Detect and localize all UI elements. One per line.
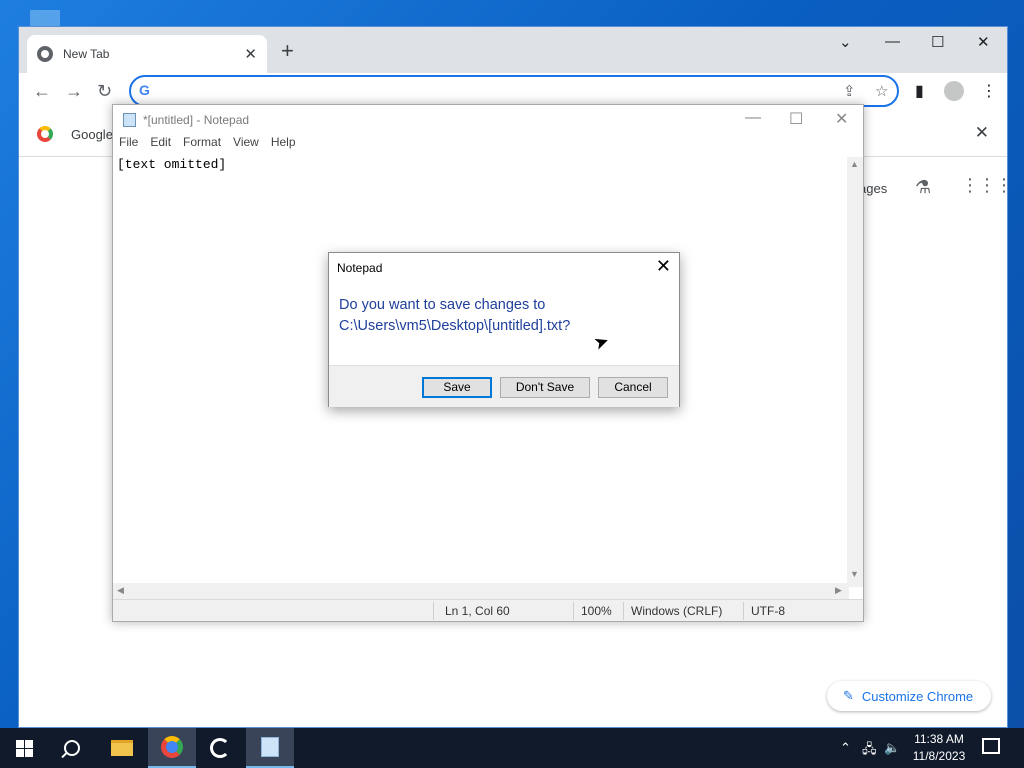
taskbar-file-explorer[interactable]	[98, 728, 146, 768]
dialog-message: Do you want to save changes to C:\Users\…	[339, 295, 669, 337]
dialog-message-line2: C:\Users\vm5\Desktop\[untitled].txt?	[339, 318, 571, 334]
omnibox[interactable]: G ⇪ ☆	[129, 75, 899, 107]
vertical-scrollbar[interactable]: ▲ ▼	[847, 157, 863, 587]
scroll-right-icon[interactable]: ▶	[835, 585, 842, 596]
volume-muted-icon[interactable]: 🔈	[884, 740, 900, 756]
notepad-close-button[interactable]: ✕	[835, 109, 848, 129]
share-icon[interactable]: ⇪	[843, 82, 856, 100]
taskbar: ⌃ 🖧 🔈 11:38 AM 11/8/2023	[0, 728, 1024, 768]
notepad-title: *[untitled] - Notepad	[143, 113, 250, 127]
taskbar-clock[interactable]: 11:38 AM 11/8/2023	[904, 731, 974, 765]
tab-strip: New Tab ✕ + ⌄ — ☐ ✕	[19, 27, 1007, 73]
app-c-icon	[210, 738, 230, 758]
chrome-menu-icon[interactable]: ⋮	[981, 81, 997, 101]
bookmark-google[interactable]: Google	[71, 127, 113, 142]
status-divider	[623, 602, 624, 620]
scroll-left-icon[interactable]: ◀	[117, 585, 124, 596]
scroll-down-icon[interactable]: ▼	[850, 569, 859, 579]
clock-time: 11:38 AM	[914, 732, 964, 746]
taskbar-notepad[interactable]	[246, 728, 294, 768]
minimize-button[interactable]: —	[885, 33, 900, 50]
close-window-button[interactable]: ✕	[977, 33, 990, 51]
dialog-close-icon[interactable]: ✕	[656, 256, 671, 277]
taskbar-chrome[interactable]	[148, 728, 196, 768]
menu-help[interactable]: Help	[271, 135, 296, 155]
horizontal-scrollbar[interactable]: ◀ ▶	[113, 583, 849, 599]
folder-icon	[111, 740, 133, 756]
chrome-icon	[161, 736, 183, 758]
notification-center-icon[interactable]	[982, 738, 1000, 754]
menu-view[interactable]: View	[233, 135, 259, 155]
tray-overflow-chevron-icon[interactable]: ⌃	[840, 740, 851, 756]
back-icon[interactable]: ←	[33, 81, 51, 102]
labs-icon[interactable]: ⚗	[915, 177, 931, 198]
notepad-menu-bar: File Edit Format View Help	[113, 135, 863, 155]
new-tab-button[interactable]: +	[281, 40, 294, 62]
cancel-button[interactable]: Cancel	[598, 377, 668, 398]
status-divider	[743, 602, 744, 620]
status-zoom: 100%	[581, 604, 612, 618]
google-bookmark-icon	[37, 126, 53, 142]
reload-icon[interactable]: ↻	[97, 81, 112, 102]
status-divider	[573, 602, 574, 620]
dont-save-button[interactable]: Don't Save	[500, 377, 590, 398]
status-line-endings: Windows (CRLF)	[631, 604, 723, 618]
menu-format[interactable]: Format	[183, 135, 221, 155]
search-icon	[64, 740, 80, 756]
status-encoding: UTF-8	[751, 604, 785, 618]
tab-new-tab[interactable]: New Tab ✕	[27, 35, 267, 73]
customize-chrome-button[interactable]: ✎ Customize Chrome	[827, 681, 991, 711]
tab-close-icon[interactable]: ✕	[244, 45, 257, 63]
clock-date: 11/8/2023	[912, 749, 966, 763]
dialog-button-bar: Save Don't Save Cancel	[329, 365, 679, 407]
notepad-app-icon	[123, 113, 136, 127]
forward-icon[interactable]: →	[65, 81, 83, 102]
side-panel-icon[interactable]: ▮	[915, 81, 924, 101]
save-changes-dialog: Notepad ✕ Do you want to save changes to…	[328, 252, 680, 407]
scroll-up-icon[interactable]: ▲	[850, 159, 859, 169]
bookmarks-close-icon[interactable]: ✕	[975, 123, 989, 143]
dialog-title: Notepad	[337, 261, 383, 275]
taskbar-app[interactable]	[196, 728, 244, 768]
tab-title: New Tab	[63, 47, 110, 61]
status-divider	[433, 602, 434, 620]
notepad-minimize-button[interactable]: —	[745, 109, 761, 127]
profile-avatar-icon[interactable]	[944, 81, 964, 101]
bookmark-star-icon[interactable]: ☆	[875, 82, 888, 100]
customize-label: Customize Chrome	[861, 688, 974, 704]
save-button[interactable]: Save	[422, 377, 492, 398]
notepad-icon	[261, 737, 279, 757]
dialog-message-line1: Do you want to save changes to	[339, 297, 546, 313]
notepad-status-bar: Ln 1, Col 60 100% Windows (CRLF) UTF-8	[113, 599, 863, 621]
notepad-maximize-button[interactable]: ☐	[789, 109, 803, 129]
taskbar-search-button[interactable]	[48, 728, 96, 768]
tab-search-chevron-icon[interactable]: ⌄	[839, 33, 852, 51]
status-position: Ln 1, Col 60	[445, 604, 510, 618]
pencil-icon: ✎	[843, 688, 854, 703]
menu-file[interactable]: File	[119, 135, 138, 155]
windows-logo-icon	[15, 739, 33, 757]
menu-edit[interactable]: Edit	[150, 135, 171, 155]
start-button[interactable]	[0, 728, 48, 768]
network-icon[interactable]: 🖧	[862, 740, 877, 762]
maximize-button[interactable]: ☐	[931, 33, 944, 51]
google-g-icon: G	[139, 82, 150, 98]
notepad-title-bar[interactable]: *[untitled] - Notepad — ☐ ✕	[113, 105, 863, 135]
apps-grid-icon[interactable]: ⋮⋮⋮	[961, 175, 1013, 196]
address-input[interactable]	[163, 81, 823, 101]
chrome-tab-icon	[37, 46, 53, 62]
